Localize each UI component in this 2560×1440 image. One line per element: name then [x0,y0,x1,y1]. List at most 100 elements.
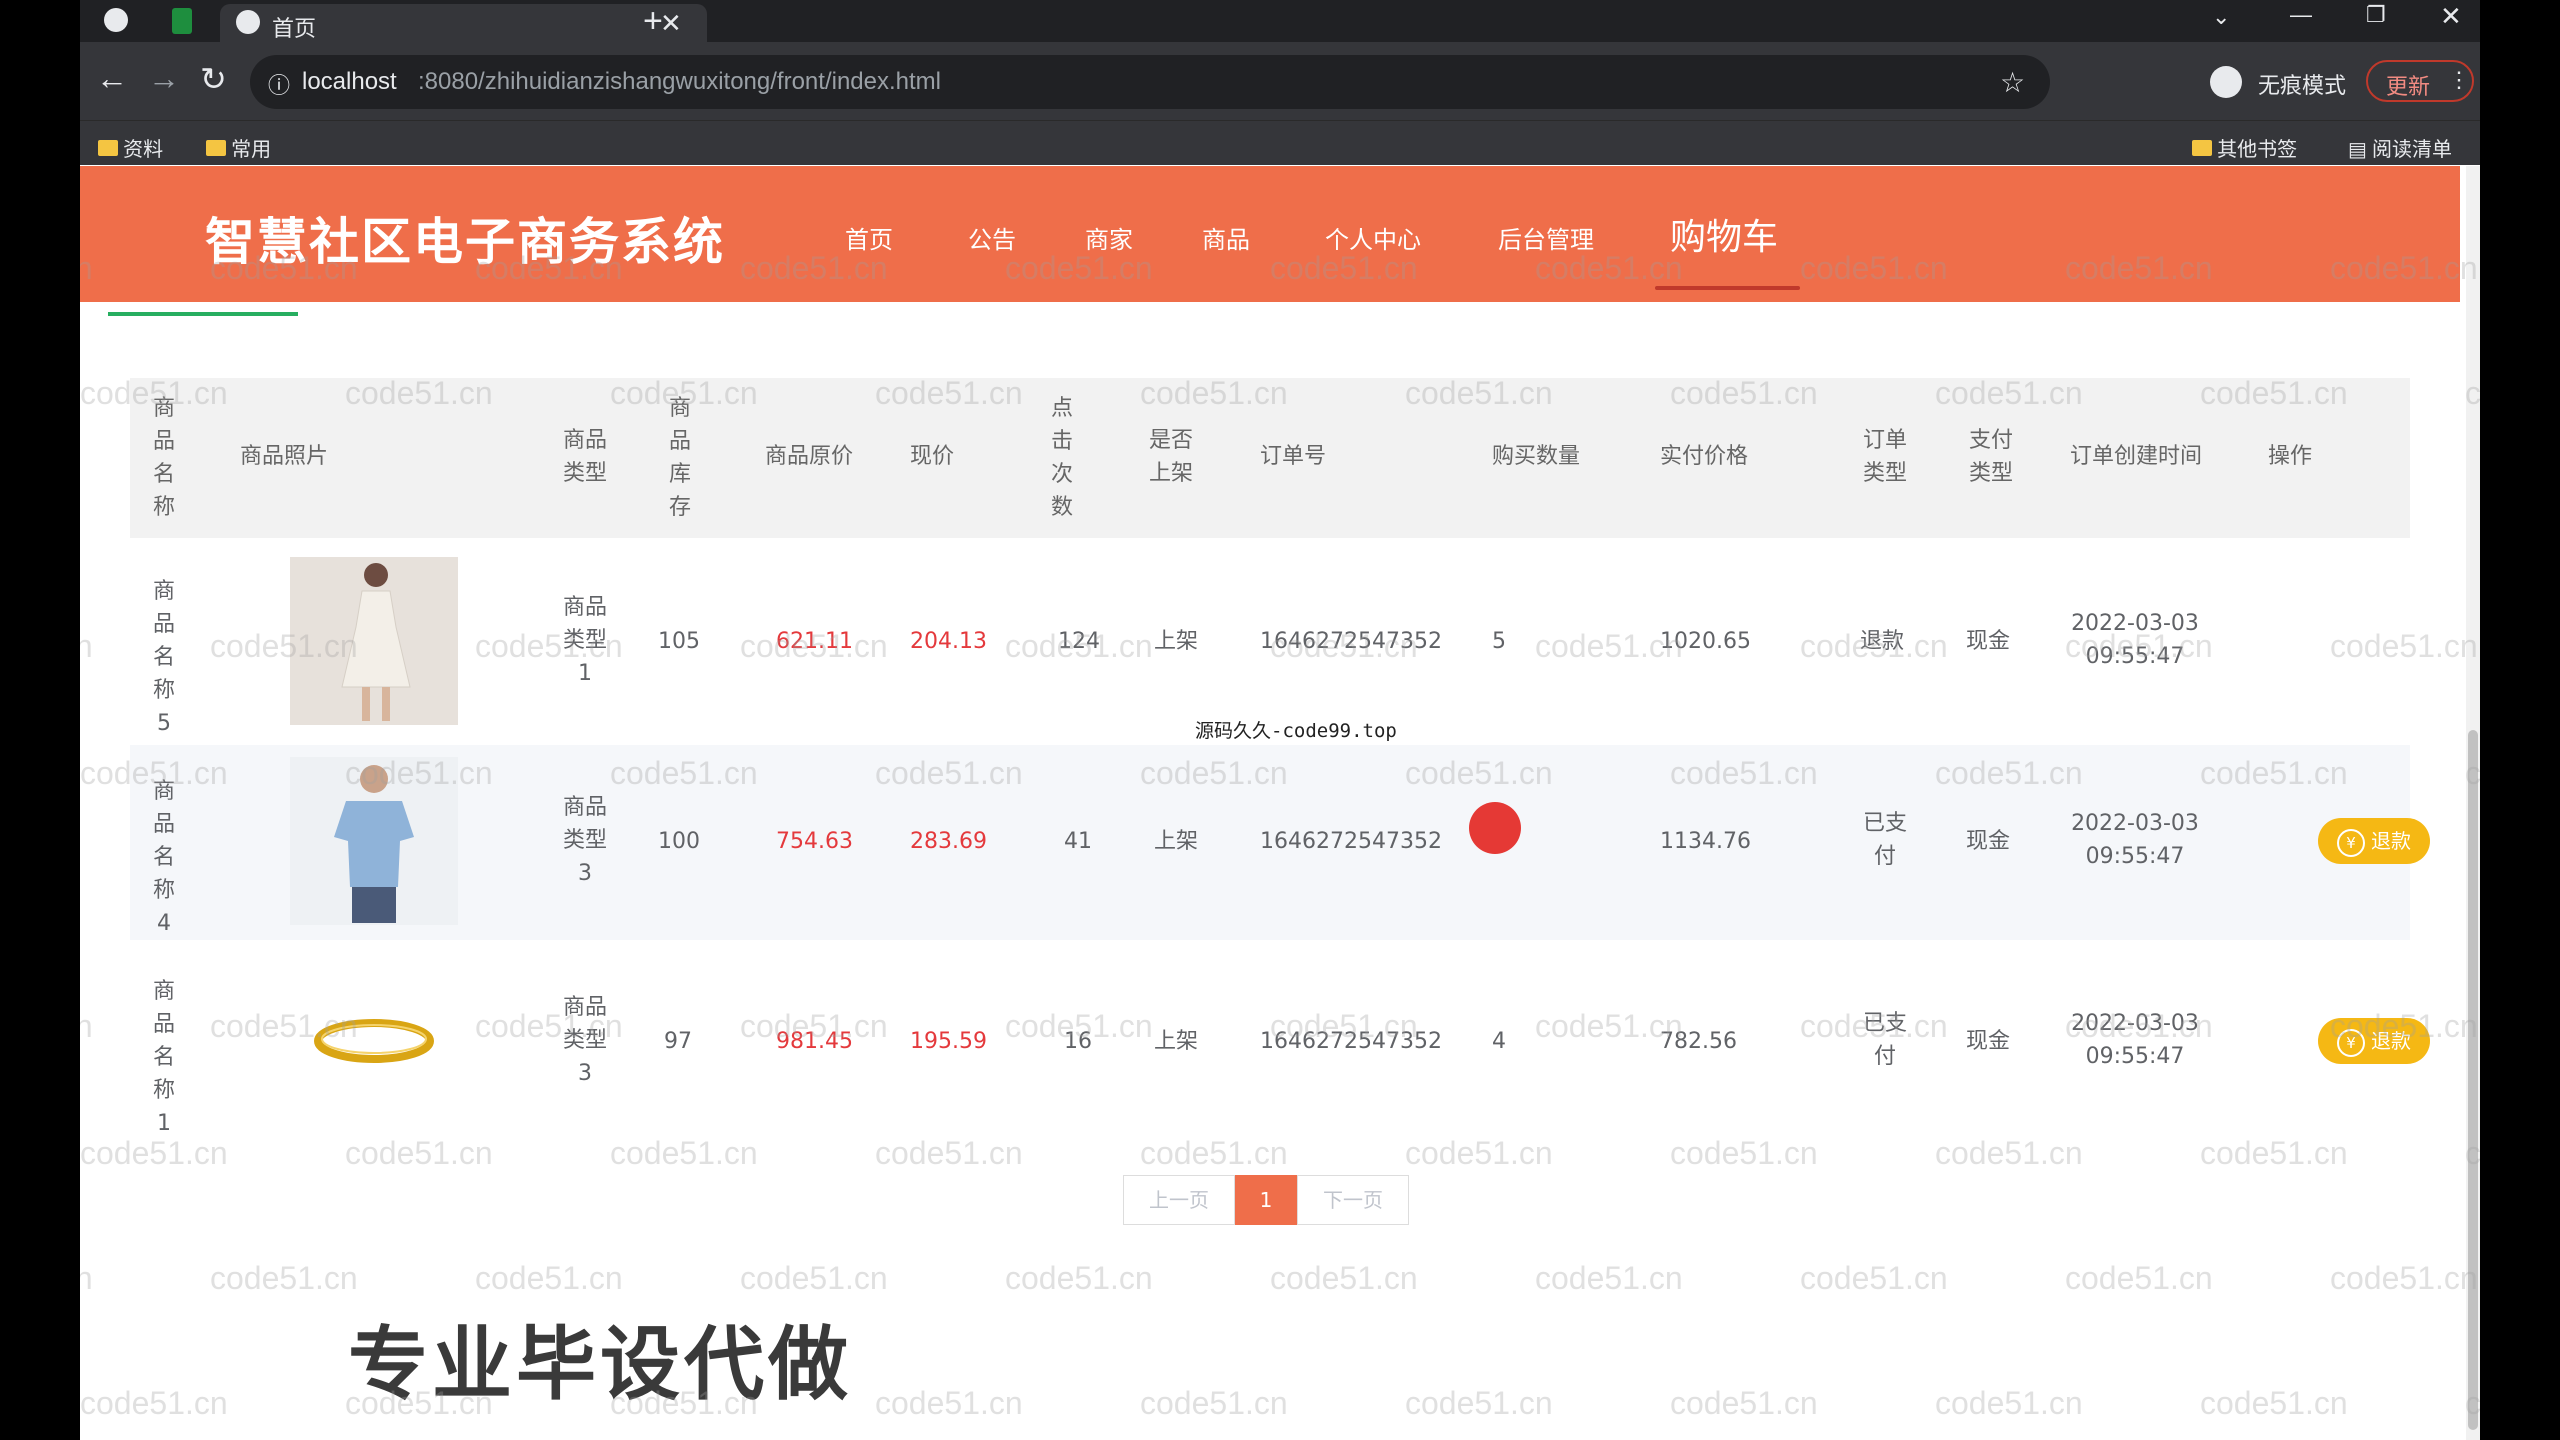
reading-list-label: 阅读清单 [2372,139,2452,161]
sheets-icon[interactable] [172,8,192,34]
cell-created: 2022-03-03 09:55:47 [2071,811,2199,869]
nav-cart[interactable]: 购物车 [1670,208,1778,260]
cell-stock: 105 [658,629,700,654]
watermark-text: code51.cn [610,1135,758,1171]
prev-page-button[interactable]: 上一页 [1123,1175,1235,1225]
table-row: 商品名称1 商品类型3 97 981.45 195.59 16 上架 16462… [130,945,2430,1140]
yen-icon: ¥ [2337,1028,2365,1057]
table-row: 商品名称4 商品类型3 100 754.63 283.69 41 上架 1646… [130,745,2430,940]
watermark-text: code51.cn [1140,1135,1288,1171]
reading-list-icon: ▤ [2348,139,2367,161]
watermark-text: code51.cn [875,1135,1023,1171]
nav-merchant[interactable]: 商家 [1085,220,1133,255]
watermark-text: code51.cn [1405,1385,1553,1421]
watermark-text: code51.cn [1005,1260,1153,1296]
reload-icon[interactable]: ↻ [200,60,227,98]
watermark-text: code51.cn [875,1385,1023,1421]
address-bar[interactable]: ⓘ localhost :8080/zhihuidianzishangwuxit… [250,55,2050,109]
update-button[interactable]: 更新 ⋮ [2366,60,2474,102]
nav-admin[interactable]: 后台管理 [1498,220,1594,255]
cell-orig-price: 754.63 [776,829,853,854]
url-host: localhost [302,68,397,95]
cell-pay-type: 现金 [1966,829,2011,854]
th-clicks: 点击次数 [1050,396,1073,520]
th-operation: 操作 [2268,444,2313,469]
cell-paid: 1134.76 [1660,829,1751,854]
cell-clicks: 124 [1058,629,1100,654]
th-price: 现价 [910,444,955,469]
reading-list[interactable]: ▤ 阅读清单 [2348,133,2452,162]
active-nav-underline [1655,286,1800,290]
cell-pay-type: 现金 [1966,1029,2011,1054]
th-pay-type: 支付类型 [1968,428,2013,486]
bookmark-folder-2[interactable]: 常用 [206,133,271,162]
page-1-button[interactable]: 1 [1235,1175,1297,1225]
product-photo [290,557,458,725]
incognito-label[interactable]: 无痕模式 [2258,68,2346,100]
cell-clicks: 16 [1064,1029,1092,1054]
th-photo: 商品照片 [240,444,329,469]
other-bookmarks[interactable]: 其他书签 [2192,133,2297,162]
watermark-text: code51.cn [1270,1260,1418,1296]
watermark-text: code51.cn [1405,1135,1553,1171]
nav-home[interactable]: 首页 [845,220,893,255]
refund-label: 退款 [2371,829,2411,853]
bookmark-folder-1[interactable]: 资料 [98,133,163,162]
click-indicator [1469,802,1521,854]
extension-icon[interactable] [104,8,128,32]
close-tab-icon[interactable]: ✕ [660,8,682,39]
forward-icon[interactable]: → [148,60,180,97]
update-label: 更新 [2386,75,2431,100]
watermark-text: code51.cn [475,1260,623,1296]
cell-order-no: 1646272547352 [1260,629,1442,654]
source-overlay-text: 源码久久-code99.top [1195,720,1397,742]
watermark-text: code51.cn [80,1385,228,1421]
refund-button[interactable]: ¥ 退款 [2318,1018,2430,1064]
watermark-text: code51.cn [1800,1260,1948,1296]
bookmark-star-icon[interactable]: ☆ [2000,66,2025,99]
next-page-button[interactable]: 下一页 [1297,1175,1409,1225]
globe-icon [236,10,260,34]
watermark-text: code51.cn [80,1135,228,1171]
incognito-icon [2210,66,2242,98]
tab-home[interactable]: 首页 ✕ [220,4,707,42]
cell-type: 商品类型1 [562,595,607,686]
th-order-type: 订单类型 [1862,428,1907,486]
nav-personal-center[interactable]: 个人中心 [1325,220,1421,255]
watermark-text: code51.cn [80,1260,93,1296]
watermark-text: code51.cn [2330,1260,2478,1296]
th-orig-price: 商品原价 [765,444,854,469]
product-photo [290,957,458,1125]
cell-created: 2022-03-03 09:55:47 [2071,1011,2199,1069]
nav-goods[interactable]: 商品 [1202,220,1250,255]
cell-price: 283.69 [910,829,987,854]
cell-qty: 4 [1492,1029,1506,1054]
new-tab-icon[interactable]: + [643,2,663,41]
nav-announcement[interactable]: 公告 [968,220,1016,255]
minimize-icon[interactable]: — [2290,2,2312,28]
menu-icon[interactable]: ⋮ [2448,67,2470,93]
watermark-text: code51.cn [1670,1135,1818,1171]
info-icon[interactable]: ⓘ [268,68,290,100]
th-paid: 实付价格 [1660,444,1749,469]
back-icon[interactable]: ← [96,60,128,97]
th-type: 商品类型 [562,428,607,486]
watermark-text: code51.cn [1935,1385,2083,1421]
bookmark-label: 资料 [123,139,164,161]
close-window-icon[interactable]: ✕ [2440,1,2462,32]
refund-button[interactable]: ¥ 退款 [2318,818,2430,864]
cell-orig-price: 621.11 [776,629,853,654]
cell-orig-price: 981.45 [776,1029,853,1054]
site-header: 智慧社区电子商务系统 首页 公告 商家 商品 个人中心 后台管理 购物车 [80,166,2460,302]
tab-title: 首页 [272,16,317,41]
cell-price: 204.13 [910,629,987,654]
watermark-text: code51.cn [1935,1135,2083,1171]
cell-stock: 97 [664,1029,692,1054]
watermark-text: code51.cn [1140,1385,1288,1421]
cell-name: 商品名称5 [152,579,175,736]
scrollbar-thumb[interactable] [2468,730,2478,1430]
tab-search-icon[interactable]: ⌄ [2212,4,2230,30]
restore-icon[interactable]: ❐ [2366,2,2386,28]
watermark-text: code51.cn [1535,1260,1683,1296]
product-photo [290,757,458,925]
